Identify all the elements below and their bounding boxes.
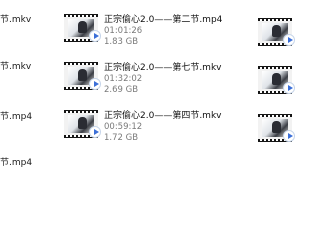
video-thumbnail-icon — [64, 14, 101, 42]
file-duration: 01:32:02 — [104, 74, 143, 84]
play-badge-icon — [89, 78, 101, 90]
file-tile[interactable]: 正宗偷心2.0——第二节.mp4 01:01:26 1.83 GB — [64, 14, 239, 54]
play-badge-icon — [283, 34, 295, 46]
left-column-partial: 节.mkv 节.mkv 节.mp4 节.mp4 — [0, 0, 60, 200]
video-thumbnail-icon — [64, 62, 101, 90]
file-size: 1.83 GB — [104, 37, 139, 47]
file-name: 正宗偷心2.0——第二节.mp4 — [104, 15, 223, 25]
file-size: 1.72 GB — [104, 133, 139, 143]
file-tile[interactable]: 正宗偷心2.0——第七节.mkv 01:32:02 2.69 GB — [64, 62, 239, 102]
play-badge-icon — [283, 130, 295, 142]
video-thumbnail-icon — [258, 66, 295, 94]
video-thumbnail-icon — [258, 18, 295, 46]
file-size: 2.69 GB — [104, 85, 139, 95]
left-file-name[interactable]: 节.mkv — [0, 59, 31, 72]
play-badge-icon — [283, 82, 295, 94]
file-duration: 00:59:12 — [104, 122, 143, 132]
file-meta: 正宗偷心2.0——第四节.mkv 00:59:12 1.72 GB — [104, 110, 234, 144]
file-tile-right-partial[interactable] — [258, 18, 295, 46]
left-file-name[interactable]: 节.mp4 — [0, 109, 32, 122]
file-explorer-view: 节.mkv 节.mkv 节.mp4 节.mp4 正宗偷心2.0——第二节.mp4… — [0, 0, 300, 200]
file-tile-right-partial[interactable] — [258, 114, 295, 142]
file-name: 正宗偷心2.0——第七节.mkv — [104, 63, 222, 73]
file-meta: 正宗偷心2.0——第二节.mp4 01:01:26 1.83 GB — [104, 14, 234, 48]
left-file-name[interactable]: 节.mp4 — [0, 155, 32, 168]
video-thumbnail-icon — [64, 110, 101, 138]
file-name: 正宗偷心2.0——第四节.mkv — [104, 111, 222, 121]
left-file-name[interactable]: 节.mkv — [0, 12, 31, 25]
file-tile[interactable]: 正宗偷心2.0——第四节.mkv 00:59:12 1.72 GB — [64, 110, 239, 150]
play-badge-icon — [89, 126, 101, 138]
file-tile-right-partial[interactable] — [258, 66, 295, 94]
video-thumbnail-icon — [258, 114, 295, 142]
file-meta: 正宗偷心2.0——第七节.mkv 01:32:02 2.69 GB — [104, 62, 234, 96]
play-badge-icon — [89, 30, 101, 42]
file-duration: 01:01:26 — [104, 26, 143, 36]
